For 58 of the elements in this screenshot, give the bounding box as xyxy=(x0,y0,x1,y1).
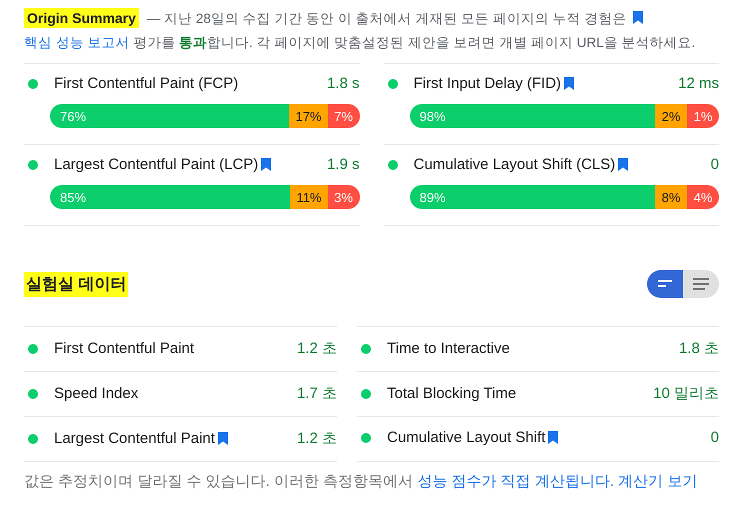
metric-name: Cumulative Layout Shift xyxy=(387,429,558,446)
metric-name: Largest Contentful Paint (LCP) xyxy=(54,156,272,173)
distribution-segment: 17% xyxy=(289,104,328,128)
status-dot xyxy=(28,388,38,398)
distribution-segment: 7% xyxy=(328,104,360,128)
lines-icon xyxy=(693,278,709,290)
distribution-segment: 3% xyxy=(328,185,360,209)
metric-name: First Input Delay (FID) xyxy=(414,75,574,92)
status-dot xyxy=(361,388,371,398)
distribution-segment: 85% xyxy=(50,185,290,209)
metric-value: 1.2 초 xyxy=(296,339,337,358)
view-toggle-button[interactable] xyxy=(683,270,719,298)
metric-value: 1.2 초 xyxy=(296,429,337,448)
distribution-segment: 2% xyxy=(655,104,687,128)
metric-name: Cumulative Layout Shift (CLS) xyxy=(414,156,628,173)
distribution-segment: 4% xyxy=(687,185,719,209)
bookmark-icon xyxy=(261,158,272,171)
calculator-link[interactable]: 계산기 보기 xyxy=(618,473,698,490)
status-dot xyxy=(388,160,398,170)
lab-data-title: 실험실 데이터 xyxy=(24,272,128,296)
metric-name: Total Blocking Time xyxy=(387,385,516,402)
metric-name: Speed Index xyxy=(54,385,138,402)
metric-value: 0 xyxy=(710,429,719,446)
distribution-segment: 76% xyxy=(50,104,290,128)
bookmark-icon xyxy=(564,77,574,90)
metric-name: First Contentful Paint (FCP) xyxy=(54,75,238,92)
footer-note: 값은 추정치이며 달라질 수 있습니다. 이러한 측정항목에서 성능 점수가 직접 계산됩니다. 계산기 보기 xyxy=(24,472,698,491)
view-toggle-button[interactable] xyxy=(647,270,683,298)
score-link[interactable]: 성능 점수가 직접 계산됩니다. xyxy=(417,473,614,490)
distribution-segment: 8% xyxy=(655,185,687,209)
bookmark-icon xyxy=(548,431,558,444)
metric-name: Time to Interactive xyxy=(387,340,510,357)
status-dot xyxy=(361,432,371,442)
metric-value: 1.7 초 xyxy=(296,384,337,403)
metric-value: 0 xyxy=(710,156,719,173)
status-dot xyxy=(28,434,38,444)
distribution-segment: 98% xyxy=(410,104,655,128)
metric-value: 1.8 초 xyxy=(678,339,719,358)
short-lines-icon xyxy=(658,280,672,288)
metric-value: 1.8 s xyxy=(326,75,360,92)
metric-value: 12 ms xyxy=(678,75,719,92)
metric-name: Largest Contentful Paint xyxy=(54,430,228,447)
bookmark-icon xyxy=(618,158,628,171)
status-dot xyxy=(361,344,371,354)
status-dot xyxy=(28,344,38,354)
status-dot xyxy=(388,78,398,88)
status-dot xyxy=(28,78,38,88)
status-dot xyxy=(28,160,38,170)
distribution-segment: 1% xyxy=(687,104,719,128)
bookmark-icon xyxy=(218,432,228,445)
distribution-segment: 11% xyxy=(290,185,328,209)
origin-summary-text: Origin Summary — 지난 28일의 수집 기간 동안 이 출처에서 게재된 모든 페이지의 누적 경험은 핵심 성능 보고서 평가를 통과합니다. 각 페이지에 맞춤설정된 제안을 보려면 개별 페이지 URL을 분석하세요. xyxy=(24,7,696,52)
report-link[interactable]: 핵심 성능 보고서 xyxy=(24,35,130,50)
distribution-segment: 89% xyxy=(410,185,655,209)
metric-name: First Contentful Paint xyxy=(54,340,194,357)
bookmark-icon xyxy=(633,11,644,24)
metric-value: 10 밀리초 xyxy=(653,384,719,403)
metric-value: 1.9 s xyxy=(326,156,360,173)
